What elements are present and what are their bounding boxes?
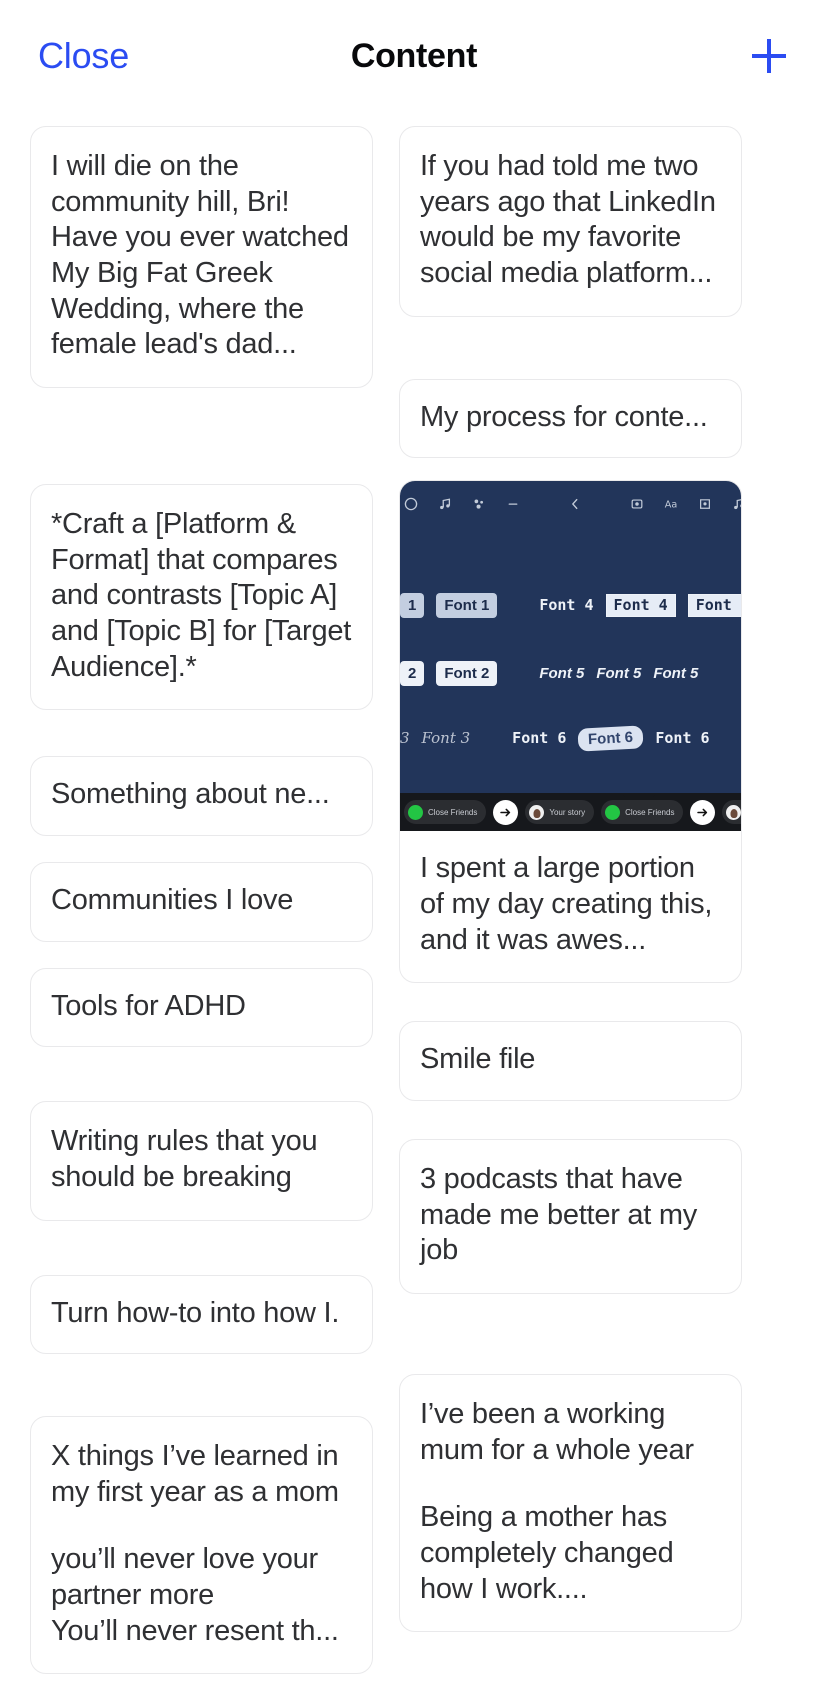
content-board: I will die on the community hill, Bri! H… bbox=[0, 112, 828, 1675]
column-gap bbox=[399, 983, 742, 1021]
app-header: Close Content bbox=[0, 0, 828, 112]
music-icon bbox=[730, 495, 741, 513]
font-chip: Font 3 bbox=[421, 729, 471, 748]
share-pill[interactable]: Close Friends bbox=[404, 800, 487, 825]
font-row: 1 Font 1 Font 4 Font 4 Font 4 Font 7 bbox=[400, 593, 741, 619]
share-pill-label: Close Friends bbox=[625, 807, 675, 817]
close-button[interactable]: Close bbox=[38, 38, 129, 74]
font-chip: Font 5 bbox=[653, 665, 699, 683]
font-chip: Font 4 bbox=[605, 594, 676, 618]
sticker-smiley-icon bbox=[696, 495, 714, 513]
column-gap bbox=[30, 388, 373, 484]
notch bbox=[622, 793, 656, 799]
column-gap bbox=[30, 1221, 373, 1275]
music-icon bbox=[436, 495, 454, 513]
share-pill-label: Close Friends bbox=[428, 807, 478, 817]
column-gap bbox=[30, 942, 373, 968]
column-gap bbox=[30, 836, 373, 862]
list-item[interactable]: X things I’ve learned in my first year a… bbox=[30, 1416, 373, 1675]
text-style-icon: Aa bbox=[662, 495, 680, 513]
font-chip: Font 5 bbox=[539, 665, 585, 683]
font-chip: Font 6 bbox=[655, 729, 710, 748]
font-chip: 1 bbox=[400, 593, 425, 619]
list-item[interactable]: Smile file bbox=[399, 1021, 742, 1101]
plus-icon bbox=[748, 35, 790, 77]
share-pill[interactable]: Close Friends bbox=[601, 800, 684, 825]
column-gap bbox=[399, 317, 742, 379]
share-pill[interactable]: Your story bbox=[722, 800, 741, 825]
list-item-paragraph: X things I’ve learned in my first year a… bbox=[51, 1440, 339, 1508]
font-chip: Font 4 bbox=[539, 596, 594, 615]
column-gap bbox=[30, 1354, 373, 1416]
more-icon bbox=[504, 495, 522, 513]
arrow-right-icon bbox=[696, 806, 709, 819]
list-item[interactable]: Communities I love bbox=[30, 861, 373, 942]
font-chip: 2 bbox=[400, 661, 425, 687]
list-item[interactable]: My process for conte... bbox=[399, 378, 742, 459]
column-gap bbox=[399, 1294, 742, 1374]
font-chip: Font 5 bbox=[596, 665, 642, 683]
list-item[interactable]: Writing rules that you should be breakin… bbox=[30, 1101, 373, 1221]
share-pill[interactable]: Your story bbox=[525, 800, 595, 825]
font-chip: Font 4 bbox=[687, 594, 741, 618]
media-caption: I spent a large portion of my day creati… bbox=[420, 852, 713, 956]
font-chip: 3 bbox=[400, 729, 410, 748]
share-pill-label: Your story bbox=[549, 807, 586, 817]
svg-text:Aa: Aa bbox=[665, 500, 678, 511]
add-button[interactable] bbox=[744, 31, 794, 81]
list-item[interactable]: If you had told me two years ago that Li… bbox=[399, 126, 742, 317]
list-item-paragraph: Being a mother has completely changed ho… bbox=[420, 1501, 674, 1605]
thumbnail-share-bar: Close Friends Your story Close Friends bbox=[400, 793, 741, 832]
font-chip: Font 6 bbox=[577, 725, 644, 752]
effects-icon bbox=[470, 495, 488, 513]
avatar bbox=[529, 804, 545, 820]
font-row: 3 Font 3 Font 6 Font 6 Font 6 Font 9 bbox=[400, 725, 741, 752]
column-gap bbox=[399, 458, 742, 480]
list-item[interactable]: 3 podcasts that have made me better at m… bbox=[399, 1138, 742, 1294]
avatar bbox=[726, 804, 741, 820]
story-editor-thumbnail: Aa 1 Font 1 Font 4 Font 4 Font 2 Font 2 … bbox=[400, 481, 741, 832]
list-item-paragraph: you’ll never love your partner more You’… bbox=[51, 1543, 339, 1647]
list-item[interactable]: I’ve been a working mum for a whole year… bbox=[399, 1373, 742, 1633]
sticker-icon bbox=[402, 495, 420, 513]
media-list-item[interactable]: Aa 1 Font 1 Font 4 Font 4 Font 2 Font 2 … bbox=[399, 480, 742, 984]
column-gap bbox=[399, 1101, 742, 1139]
column-gap bbox=[30, 710, 373, 756]
list-item[interactable]: I will die on the community hill, Bri! H… bbox=[30, 126, 373, 388]
thumbnail-toolbar: Aa bbox=[400, 487, 741, 521]
send-button[interactable] bbox=[690, 799, 716, 825]
close-friends-icon bbox=[408, 804, 423, 820]
sticker-icon bbox=[628, 495, 646, 513]
column-gap bbox=[30, 1047, 373, 1101]
font-chip: Font 1 bbox=[436, 593, 498, 619]
arrow-right-icon bbox=[499, 806, 512, 819]
font-row: 2 Font 2 Font 5 Font 5 Font 5 FONT 8 bbox=[400, 661, 741, 687]
send-button[interactable] bbox=[493, 799, 519, 825]
close-friends-icon bbox=[605, 804, 621, 820]
notch bbox=[452, 793, 486, 799]
list-item-paragraph: I’ve been a working mum for a whole year bbox=[420, 1397, 694, 1466]
board-column-right: If you had told me two years ago that Li… bbox=[399, 126, 742, 1674]
chevron-left-icon bbox=[566, 495, 584, 513]
list-item[interactable]: *Craft a [Platform & Format] that compar… bbox=[30, 483, 373, 711]
list-item[interactable]: Turn how-to into how I. bbox=[30, 1274, 373, 1355]
font-chip: Font 2 bbox=[436, 661, 498, 687]
board-column-left: I will die on the community hill, Bri! H… bbox=[30, 126, 373, 1675]
list-item[interactable]: Something about ne... bbox=[30, 756, 373, 836]
list-item[interactable]: Tools for ADHD bbox=[30, 967, 373, 1048]
font-chip: Font 6 bbox=[512, 729, 567, 748]
